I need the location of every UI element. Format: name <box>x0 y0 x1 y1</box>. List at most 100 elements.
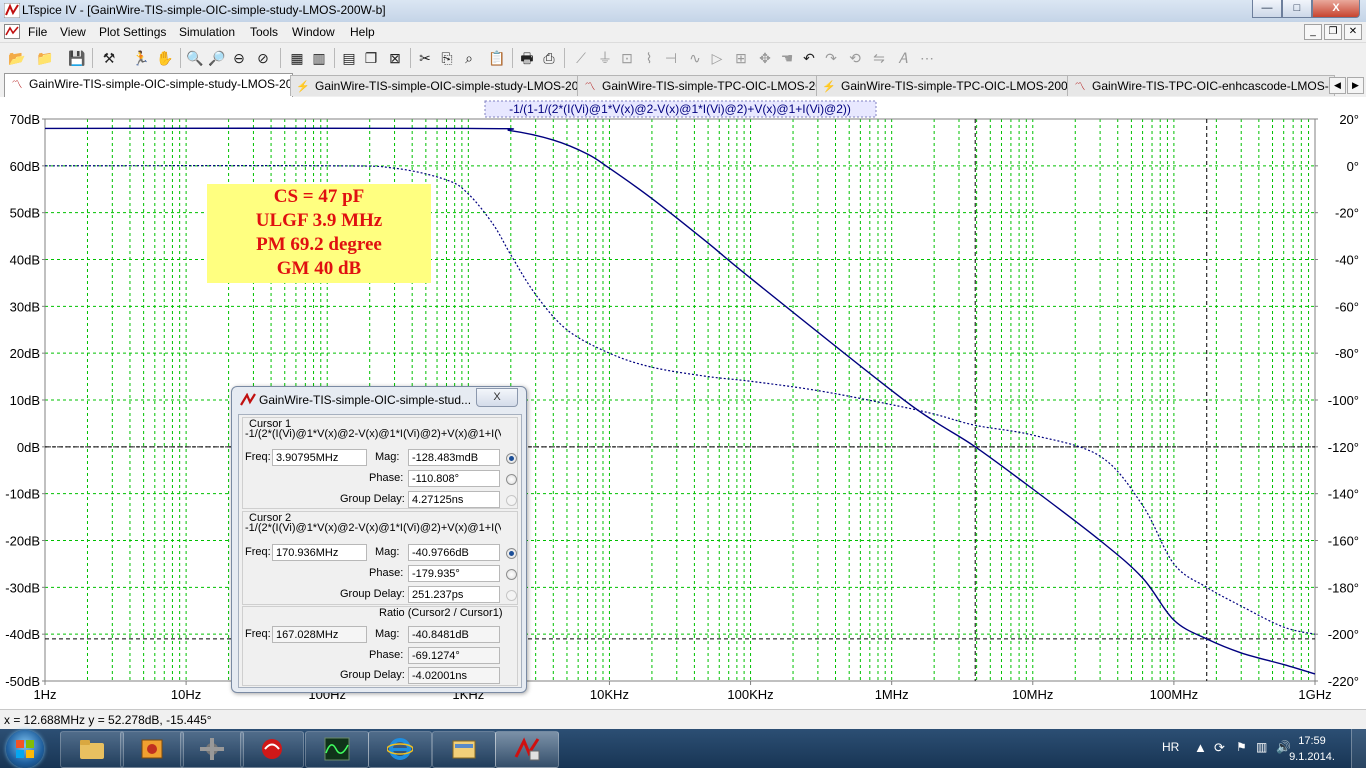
cascade-icon[interactable]: ❐ <box>362 49 380 67</box>
language-indicator[interactable]: HR <box>1162 740 1179 754</box>
cursor2-phase-field[interactable]: -179.935° <box>408 565 500 582</box>
start-button[interactable] <box>6 730 44 768</box>
bode-plot[interactable]: 1Hz 10Hz 100Hz 1KHz 10KHz 100KHz 1MHz 10MHz 100M… <box>0 97 1366 709</box>
diode-icon[interactable]: ▷ <box>708 49 726 67</box>
taskbar-network[interactable] <box>180 731 244 768</box>
waveform-doc-icon[interactable] <box>4 24 20 39</box>
tab-waveform-tpc-oic[interactable]: 〽 GainWire-TIS-simple-TPC-OIC-LMOS-200W <box>577 75 819 96</box>
cursor1-phase-radio[interactable] <box>506 474 517 485</box>
undo-icon[interactable]: ↶ <box>800 49 818 67</box>
resistor-icon[interactable]: ⌇ <box>640 49 658 67</box>
tile-horizontal-icon[interactable]: ▤ <box>340 49 358 67</box>
trace-expression-label[interactable]: -1/(1-1/(2*(I(Vi)@1*V(x)@2-V(x)@1*I(Vi)@… <box>509 102 851 116</box>
close-all-icon[interactable]: ⊠ <box>386 49 404 67</box>
taskbar-oscilloscope[interactable] <box>305 731 369 768</box>
zoom-cancel-icon[interactable]: ⊘ <box>254 49 272 67</box>
menu-help[interactable]: Help <box>350 25 375 39</box>
x-tick-label: 10Hz <box>171 687 201 702</box>
move-icon[interactable]: ✥ <box>756 49 774 67</box>
open-file-icon[interactable]: 📁 <box>36 49 54 67</box>
show-desktop-button[interactable] <box>1351 729 1366 768</box>
menu-plot-settings[interactable]: Plot Settings <box>99 25 166 39</box>
installer-icon <box>141 739 163 759</box>
menu-window[interactable]: Window <box>292 25 335 39</box>
taskbar-ltspice[interactable] <box>495 731 559 768</box>
tab-scroll-left-icon[interactable]: ◀ <box>1329 77 1346 94</box>
ratio-phase-label: Phase: <box>369 649 404 661</box>
autorange-icon[interactable]: ▦ <box>288 49 306 67</box>
cursor-dialog-close-button[interactable]: X <box>476 388 518 407</box>
taskbar-internet-explorer[interactable] <box>368 731 432 768</box>
action-center-icon[interactable]: ⚑ <box>1236 740 1247 754</box>
mdi-minimize-button[interactable]: _ <box>1304 24 1322 40</box>
taskbar-clock[interactable]: 17:59 9.1.2014. <box>1282 733 1342 765</box>
inductor-icon[interactable]: ∿ <box>686 49 704 67</box>
save-icon[interactable]: 💾 <box>68 49 86 67</box>
cursor2-mag-field[interactable]: -40.9766dB <box>408 544 500 561</box>
run-icon[interactable]: 🏃 <box>132 49 150 67</box>
find-icon[interactable]: ⌕ <box>460 49 478 67</box>
cursor1-group-delay-field[interactable]: 4.27125ns <box>408 491 500 508</box>
component-icon[interactable]: ⊞ <box>732 49 750 67</box>
cut-icon[interactable]: ✂ <box>416 49 434 67</box>
cursor2-phase-radio[interactable] <box>506 569 517 580</box>
print-icon[interactable]: ⎙ <box>540 49 558 67</box>
maximize-button[interactable]: □ <box>1282 0 1312 18</box>
print-preview-icon[interactable]: 🖶 <box>518 49 536 67</box>
cursor2-freq-field[interactable]: 170.936MHz <box>272 544 367 561</box>
text-icon[interactable]: 𝐴 <box>894 49 912 67</box>
autorange-y-icon[interactable]: ▥ <box>310 49 328 67</box>
cursor1-freq-field[interactable]: 3.90795MHz <box>272 449 367 466</box>
rotate-icon[interactable]: ⟲ <box>846 49 864 67</box>
menu-file[interactable]: File <box>28 25 47 39</box>
menu-tools[interactable]: Tools <box>250 25 278 39</box>
cursor-dialog-titlebar[interactable]: GainWire-TIS-simple-OIC-simple-stud... X <box>232 387 526 413</box>
copy-icon[interactable]: ⎘ <box>438 49 456 67</box>
cursor2-mag-radio[interactable] <box>506 548 517 559</box>
taskbar-file-manager[interactable] <box>432 731 496 768</box>
cursor1-phase-field[interactable]: -110.808° <box>408 470 500 487</box>
close-button[interactable]: X <box>1312 0 1360 18</box>
waveform-pane[interactable]: 1Hz 10Hz 100Hz 1KHz 10KHz 100KHz 1MHz 10MHz 100M… <box>0 97 1366 709</box>
tab-schematic-oic-b[interactable]: ⚡ GainWire-TIS-simple-OIC-simple-study-LM… <box>290 75 580 96</box>
mdi-restore-button[interactable]: ❐ <box>1324 24 1342 40</box>
network-status-icon[interactable]: ▥ <box>1256 740 1267 754</box>
zoom-in-icon[interactable]: 🔍 <box>186 49 204 67</box>
wire-icon[interactable]: ⟋ <box>572 49 590 67</box>
menu-view[interactable]: View <box>60 25 86 39</box>
cursor2-group-delay-radio[interactable] <box>506 590 517 601</box>
zoom-area-icon[interactable]: 🔎 <box>208 49 226 67</box>
mirror-icon[interactable]: ⇋ <box>870 49 888 67</box>
menu-simulation[interactable]: Simulation <box>179 25 235 39</box>
taskbar-explorer[interactable] <box>60 731 124 768</box>
plot-annotation[interactable]: CS = 47 pF ULGF 3.9 MHz PM 69.2 degree G… <box>207 184 431 283</box>
spice-directive-icon[interactable]: ⋯ <box>918 49 936 67</box>
capacitor-icon[interactable]: ⊣ <box>662 49 680 67</box>
drag-icon[interactable]: ☚ <box>778 49 796 67</box>
waveform-icon: 〽 <box>584 81 596 93</box>
control-panel-icon[interactable]: ⚒ <box>100 49 118 67</box>
taskbar-installer[interactable] <box>120 731 184 768</box>
halt-icon[interactable]: ✋ <box>156 49 174 67</box>
show-hidden-icons-icon[interactable]: ▲ <box>1194 740 1207 755</box>
tab-schematic-tpc-oic-b[interactable]: ⚡ GainWire-TIS-simple-TPC-OIC-LMOS-200W-b <box>816 75 1070 96</box>
clock-time: 17:59 <box>1298 735 1326 747</box>
cursor1-mag-radio[interactable] <box>506 453 517 464</box>
sync-icon[interactable]: ⟳ <box>1214 740 1225 756</box>
minimize-button[interactable]: — <box>1252 0 1282 18</box>
ground-icon[interactable]: ⏚ <box>596 49 614 67</box>
cursor1-group-delay-radio[interactable] <box>506 495 517 506</box>
x-tick-label: 100MHz <box>1150 687 1198 702</box>
mdi-close-button[interactable]: ✕ <box>1344 24 1362 40</box>
label-net-icon[interactable]: ⊡ <box>618 49 636 67</box>
tab-waveform-oic-b[interactable]: 〽 GainWire-TIS-simple-OIC-simple-study-LM… <box>4 73 293 97</box>
redo-icon[interactable]: ↷ <box>822 49 840 67</box>
tab-waveform-enhcascode[interactable]: 〽 GainWire-TIS-TPC-OIC-enhcascode-LMOS-20… <box>1067 75 1335 96</box>
tab-scroll-right-icon[interactable]: ▶ <box>1347 77 1364 94</box>
cursor1-mag-field[interactable]: -128.483mdB <box>408 449 500 466</box>
taskbar-antivirus[interactable] <box>240 731 304 768</box>
zoom-out-icon[interactable]: ⊖ <box>230 49 248 67</box>
cursor2-group-delay-field[interactable]: 251.237ps <box>408 586 500 603</box>
paste-icon[interactable]: 📋 <box>488 49 506 67</box>
open-icon[interactable]: 📂 <box>8 49 26 67</box>
